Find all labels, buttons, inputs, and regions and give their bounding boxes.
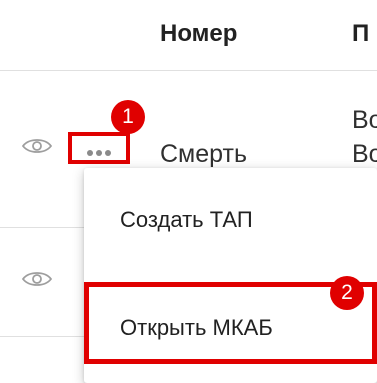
view-eye-icon[interactable] — [21, 270, 53, 293]
step-badge-1: 1 — [111, 100, 145, 134]
row-type-text: Смерть — [160, 140, 247, 168]
column-header-number[interactable]: Номер — [160, 20, 237, 48]
more-horizontal-icon — [86, 144, 112, 156]
view-eye-icon[interactable] — [21, 137, 53, 160]
more-actions-button[interactable] — [68, 132, 130, 164]
column-header-truncated[interactable]: П — [352, 20, 369, 48]
menu-item-create-tap[interactable]: Создать ТАП — [84, 184, 377, 256]
header-divider — [0, 70, 377, 71]
row-col2-line1: Во — [352, 106, 377, 134]
step-badge-2: 2 — [330, 276, 364, 310]
row-col2-line2: Во — [352, 140, 377, 168]
